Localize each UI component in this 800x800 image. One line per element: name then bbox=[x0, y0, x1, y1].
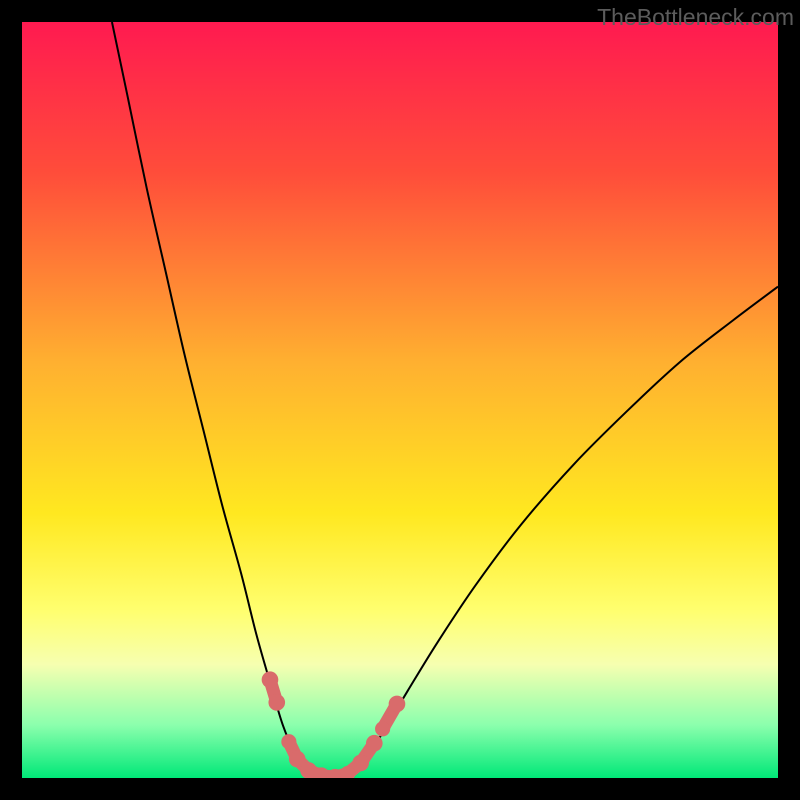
marker-dot bbox=[281, 734, 296, 749]
marker-dot bbox=[375, 721, 390, 736]
watermark-text: TheBottleneck.com bbox=[597, 4, 794, 31]
marker-dot bbox=[352, 755, 369, 772]
marker-dot bbox=[389, 696, 406, 713]
marker-dot bbox=[268, 694, 285, 711]
bottleneck-curve-chart bbox=[22, 22, 778, 778]
marker-dot bbox=[366, 735, 383, 752]
marker-dot bbox=[262, 671, 279, 688]
chart-frame bbox=[22, 22, 778, 778]
